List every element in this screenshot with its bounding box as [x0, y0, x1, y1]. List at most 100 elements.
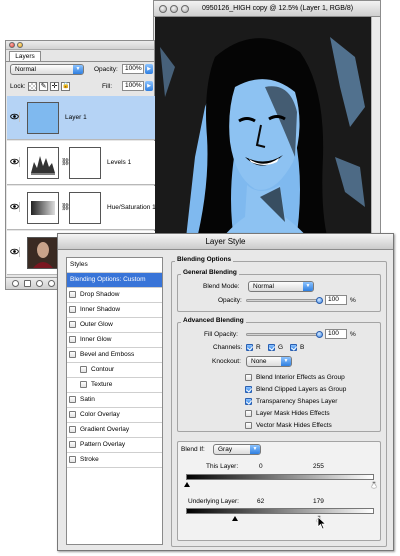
style-item-label: Stroke [80, 456, 99, 463]
blend-mode-select[interactable]: Normal ▼ [248, 281, 314, 292]
style-checkbox[interactable] [69, 291, 76, 298]
style-item-outer-glow[interactable]: Outer Glow [67, 318, 162, 333]
hue-saturation-adjustment-icon [27, 192, 59, 224]
style-checkbox[interactable] [69, 441, 76, 448]
style-item-label: Outer Glow [80, 321, 113, 328]
underlying-layer-label: Underlying Layer: [188, 498, 239, 505]
channel-g-checkbox[interactable] [268, 344, 275, 351]
minimize-icon[interactable] [170, 5, 178, 13]
link-icon[interactable] [12, 280, 19, 287]
general-blending-title: General Blending [181, 269, 239, 276]
opacity-arrow-icon[interactable]: ▶ [145, 64, 153, 74]
levels-adjustment-icon [27, 147, 59, 179]
transparency-shapes-checkbox[interactable] [245, 398, 252, 405]
close-icon[interactable] [159, 5, 167, 13]
visibility-eye-icon[interactable] [10, 202, 20, 212]
dialog-title: Layer Style [58, 234, 393, 250]
this-layer-black-slider[interactable] [184, 482, 190, 487]
layer-mask-thumbnail [69, 147, 101, 179]
knockout-select[interactable]: None ▼ [246, 356, 292, 367]
layer-row-hue-saturation-1[interactable]: ⛓ Hue/Saturation 1 [7, 186, 156, 230]
style-item-label: Blending Options: Custom [70, 276, 146, 283]
style-checkbox[interactable] [80, 366, 87, 373]
zoom-icon[interactable] [181, 5, 189, 13]
layer-style-icon[interactable] [24, 280, 31, 287]
vector-mask-hides-checkbox[interactable] [245, 422, 252, 429]
palette-title-bar[interactable] [6, 41, 154, 50]
close-icon[interactable] [9, 42, 15, 48]
underlying-gradient-bar [186, 508, 374, 514]
channel-r-checkbox[interactable] [246, 344, 253, 351]
minimize-icon[interactable] [17, 42, 23, 48]
lock-label: Lock: [10, 83, 26, 90]
fill-arrow-icon[interactable]: ▶ [145, 81, 153, 91]
this-layer-white-slider[interactable] [371, 482, 377, 488]
style-item-color-overlay[interactable]: Color Overlay [67, 408, 162, 423]
style-item-satin[interactable]: Satin [67, 393, 162, 408]
channel-r-label: R [256, 344, 261, 351]
style-item-inner-glow[interactable]: Inner Glow [67, 333, 162, 348]
blend-interior-checkbox[interactable] [245, 374, 252, 381]
style-checkbox[interactable] [69, 426, 76, 433]
blend-if-group [177, 441, 381, 541]
opacity-slider-knob[interactable] [316, 297, 323, 304]
fill-field[interactable]: 100% [122, 81, 144, 91]
lock-transparency-icon[interactable] [28, 82, 37, 91]
styles-header[interactable]: Styles [67, 258, 162, 273]
blend-if-value: Gray [218, 446, 233, 453]
style-checkbox[interactable] [69, 411, 76, 418]
opacity-field[interactable]: 100% [122, 64, 144, 74]
channel-g-label: G [278, 344, 284, 351]
visibility-eye-icon[interactable] [10, 157, 20, 167]
style-item-bevel-emboss[interactable]: Bevel and Emboss [67, 348, 162, 363]
layer-row-layer-1[interactable]: Layer 1 [7, 96, 155, 140]
document-scrollbar[interactable] [371, 17, 380, 247]
lock-all-icon[interactable]: 🔒 [61, 82, 70, 91]
blend-mode-select[interactable]: Normal ▼ [10, 64, 84, 75]
style-item-gradient-overlay[interactable]: Gradient Overlay [67, 423, 162, 438]
lock-image-icon[interactable]: ✎ [39, 82, 48, 91]
opacity-field[interactable]: 100 [325, 295, 347, 305]
style-item-contour[interactable]: Contour [67, 363, 162, 378]
fill-opacity-slider[interactable] [246, 333, 320, 336]
style-checkbox[interactable] [69, 456, 76, 463]
fill-opacity-field[interactable]: 100 [325, 329, 347, 339]
layer-row-levels-1[interactable]: ⛓ Levels 1 [7, 141, 155, 185]
blend-if-label: Blend If: [181, 446, 205, 453]
style-item-label: Color Overlay [80, 411, 120, 418]
document-title-bar[interactable]: 0950126_HIGH copy @ 12.5% (Layer 1, RGB/… [154, 1, 380, 17]
tab-layers[interactable]: Layers [9, 51, 41, 61]
underlying-black-slider[interactable] [232, 516, 238, 521]
fill-label: Fill: [102, 83, 113, 90]
blend-mode-value: Normal [253, 283, 274, 290]
style-item-inner-shadow[interactable]: Inner Shadow [67, 303, 162, 318]
percent-label: % [350, 297, 356, 304]
lock-position-icon[interactable]: ✛ [50, 82, 59, 91]
style-checkbox[interactable] [69, 396, 76, 403]
style-item-blending-options[interactable]: Blending Options: Custom [67, 273, 162, 288]
style-item-pattern-overlay[interactable]: Pattern Overlay [67, 438, 162, 453]
style-item-stroke[interactable]: Stroke [67, 453, 162, 468]
visibility-eye-icon[interactable] [10, 247, 20, 257]
style-item-label: Gradient Overlay [80, 426, 130, 433]
fill-opacity-slider-knob[interactable] [316, 331, 323, 338]
add-mask-icon[interactable] [36, 280, 43, 287]
style-checkbox[interactable] [69, 321, 76, 328]
blend-clipped-checkbox[interactable] [245, 386, 252, 393]
channel-b-checkbox[interactable] [290, 344, 297, 351]
this-layer-low-value: 0 [259, 463, 263, 470]
style-checkbox[interactable] [69, 306, 76, 313]
layer-mask-hides-checkbox[interactable] [245, 410, 252, 417]
blend-if-select[interactable]: Gray ▼ [213, 444, 261, 455]
adjustment-layer-icon[interactable] [48, 280, 55, 287]
style-item-texture[interactable]: Texture [67, 378, 162, 393]
style-item-drop-shadow[interactable]: Drop Shadow [67, 288, 162, 303]
opacity-slider[interactable] [246, 299, 320, 302]
layer-style-dialog: Layer Style Styles Blending Options: Cus… [57, 233, 394, 551]
blend-clipped-label: Blend Clipped Layers as Group [256, 386, 347, 393]
visibility-eye-icon[interactable] [10, 112, 20, 122]
style-checkbox[interactable] [69, 336, 76, 343]
advanced-blending-title: Advanced Blending [181, 317, 246, 324]
style-checkbox[interactable] [80, 381, 87, 388]
style-checkbox[interactable] [69, 351, 76, 358]
